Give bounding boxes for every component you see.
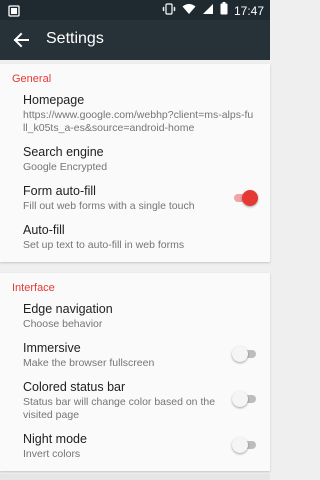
pref-title: Colored status bar	[23, 380, 126, 394]
pref-summary: Invert colors	[23, 448, 81, 460]
pref-title: Homepage	[23, 93, 85, 107]
pref-form-autofill[interactable]: Form auto-fill Fill out web forms with a…	[23, 184, 263, 213]
next-section-edge	[0, 474, 270, 480]
pref-title: Form auto-fill	[23, 184, 96, 198]
pref-edge-navigation[interactable]: Edge navigation Choose behavior	[23, 302, 263, 331]
pref-summary: Set up text to auto-fill in web forms	[23, 239, 185, 251]
pref-summary: Status bar will change color based on th…	[23, 396, 216, 421]
pref-night-mode[interactable]: Night mode Invert colors	[23, 432, 263, 461]
toggle-thumb	[232, 437, 248, 453]
signal-icon	[202, 2, 214, 20]
pref-summary: Choose behavior	[23, 318, 103, 330]
page-title: Settings	[46, 30, 104, 47]
pref-summary: Make the browser fullscreen	[23, 357, 155, 369]
pref-summary: Fill out web forms with a single touch	[23, 200, 195, 212]
pref-title: Immersive	[23, 341, 81, 355]
back-arrow-icon[interactable]	[12, 31, 30, 49]
pref-colored-status-bar[interactable]: Colored status bar Status bar will chang…	[23, 380, 263, 421]
immersive-toggle[interactable]	[232, 346, 258, 362]
pref-immersive[interactable]: Immersive Make the browser fullscreen	[23, 341, 263, 370]
pref-search-engine[interactable]: Search engine Google Encrypted	[23, 145, 263, 174]
section-header-general: General	[12, 73, 52, 85]
pref-homepage[interactable]: Homepage https://www.google.com/webhp?cl…	[23, 93, 263, 134]
colored-status-bar-toggle[interactable]	[232, 391, 258, 407]
section-header-interface: Interface	[12, 282, 55, 294]
general-section: General Homepage https://www.google.com/…	[0, 64, 270, 262]
pref-title: Search engine	[23, 145, 104, 159]
app-bar: Settings	[0, 20, 270, 60]
battery-icon	[220, 2, 228, 20]
toggle-thumb	[232, 391, 248, 407]
wifi-icon	[182, 2, 196, 20]
toggle-thumb	[242, 190, 258, 206]
pref-title: Auto-fill	[23, 223, 65, 237]
interface-section: Interface Edge navigation Choose behavio…	[0, 273, 270, 471]
pref-autofill[interactable]: Auto-fill Set up text to auto-fill in we…	[23, 223, 263, 252]
pref-summary: Google Encrypted	[23, 161, 108, 173]
status-bar: 17:47	[0, 0, 270, 20]
pref-summary: https://www.google.com/webhp?client=ms-a…	[23, 109, 254, 134]
status-time: 17:47	[233, 4, 264, 18]
vibrate-icon	[162, 2, 176, 20]
pref-title: Night mode	[23, 432, 87, 446]
pref-title: Edge navigation	[23, 302, 113, 316]
toggle-thumb	[232, 346, 248, 362]
form-autofill-toggle[interactable]	[232, 190, 258, 206]
night-mode-toggle[interactable]	[232, 437, 258, 453]
